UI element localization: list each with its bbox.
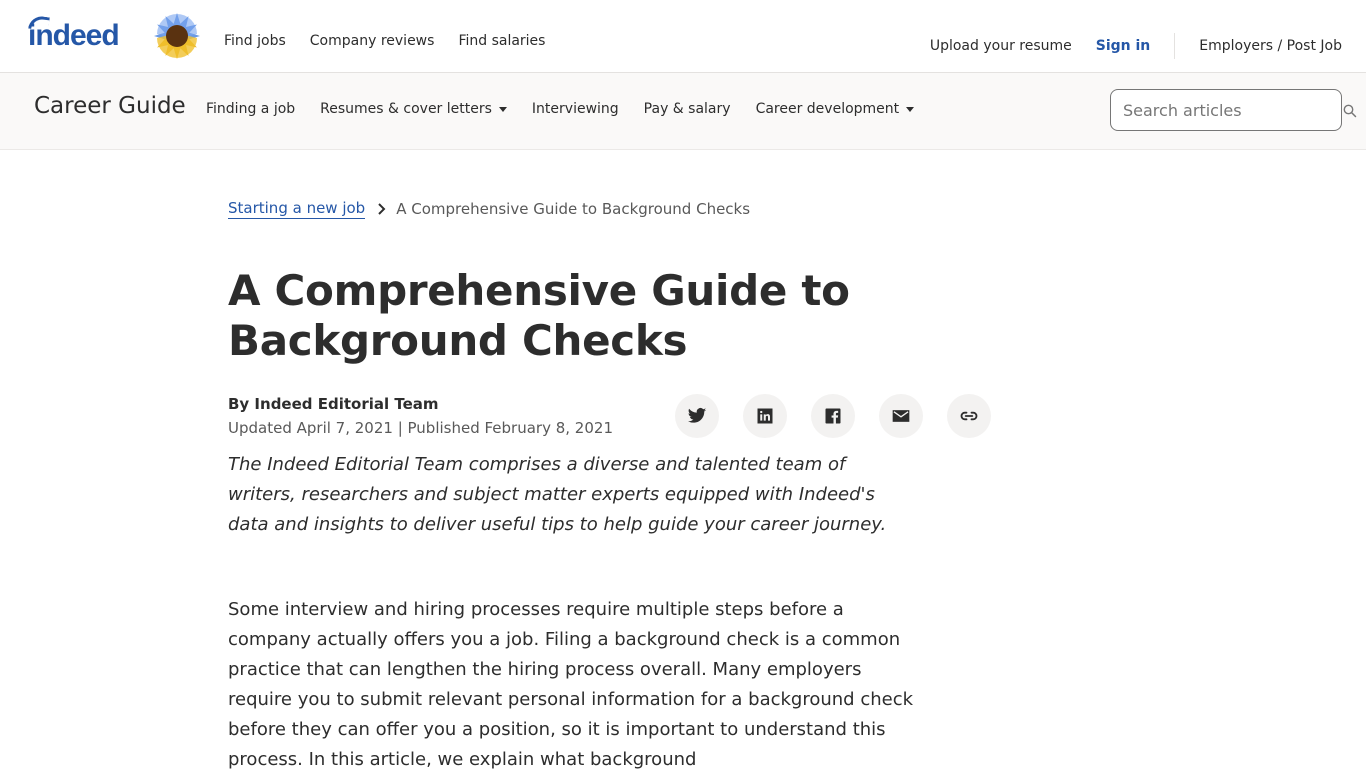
nav-find-jobs[interactable]: Find jobs xyxy=(224,33,286,49)
search-articles-box xyxy=(1110,89,1342,131)
breadcrumb: Starting a new job A Comprehensive Guide… xyxy=(228,199,750,219)
article-title: A Comprehensive Guide to Background Chec… xyxy=(228,266,850,365)
upload-resume-link[interactable]: Upload your resume xyxy=(930,38,1072,54)
article-author: By Indeed Editorial Team xyxy=(228,395,439,413)
nav-label: Finding a job xyxy=(206,101,296,117)
nav-resumes-cover-letters[interactable]: Resumes & cover letters xyxy=(320,101,507,117)
career-guide-title[interactable]: Career Guide xyxy=(34,93,186,119)
facebook-icon xyxy=(825,408,841,424)
indeed-logo[interactable]: indeed xyxy=(28,14,120,56)
top-nav: Find jobs Company reviews Find salaries xyxy=(224,33,569,49)
twitter-icon xyxy=(687,408,707,423)
linkedin-icon xyxy=(757,408,773,424)
nav-career-development[interactable]: Career development xyxy=(756,101,915,117)
search-articles-input[interactable] xyxy=(1111,90,1341,130)
chevron-right-icon xyxy=(378,203,386,215)
share-twitter-button[interactable] xyxy=(675,394,719,438)
employers-post-job-link[interactable]: Employers / Post Job xyxy=(1199,38,1342,54)
share-linkedin-button[interactable] xyxy=(743,394,787,438)
search-icon[interactable] xyxy=(1343,104,1357,118)
nav-label: Resumes & cover letters xyxy=(320,101,492,117)
top-header: indeed Find jobs Company reviews Find sa… xyxy=(0,0,1366,73)
article-dates: Updated April 7, 2021 | Published Februa… xyxy=(228,419,613,437)
career-guide-nav: Finding a job Resumes & cover letters In… xyxy=(206,101,939,117)
divider xyxy=(1174,33,1176,59)
nav-interviewing[interactable]: Interviewing xyxy=(532,101,619,117)
share-facebook-button[interactable] xyxy=(811,394,855,438)
nav-label: Interviewing xyxy=(531,101,619,117)
email-icon xyxy=(892,410,910,422)
caret-down-icon xyxy=(498,107,507,112)
nav-finding-a-job[interactable]: Finding a job xyxy=(206,101,295,117)
sign-in-link[interactable]: Sign in xyxy=(1096,38,1151,54)
nav-pay-salary[interactable]: Pay & salary xyxy=(644,101,731,117)
sunflower-icon xyxy=(154,13,200,59)
breadcrumb-current: A Comprehensive Guide to Background Chec… xyxy=(396,200,751,218)
nav-find-salaries[interactable]: Find salaries xyxy=(458,33,545,49)
share-email-button[interactable] xyxy=(879,394,923,438)
breadcrumb-parent-link[interactable]: Starting a new job xyxy=(228,199,366,219)
article-intro-paragraph: Some interview and hiring processes requ… xyxy=(228,599,914,770)
career-guide-header: Career Guide Finding a job Resumes & cov… xyxy=(0,73,1366,150)
share-buttons xyxy=(675,394,991,438)
nav-label: Career development xyxy=(755,101,900,117)
logo-text: indeed xyxy=(28,14,120,53)
copy-link-button[interactable] xyxy=(947,394,991,438)
link-icon xyxy=(960,411,978,421)
caret-down-icon xyxy=(906,107,915,112)
nav-label: Pay & salary xyxy=(643,101,731,117)
top-right-nav: Upload your resume Sign in Employers / P… xyxy=(930,33,1342,59)
nav-company-reviews[interactable]: Company reviews xyxy=(310,33,435,49)
editorial-team-bio: The Indeed Editorial Team comprises a di… xyxy=(228,454,887,535)
